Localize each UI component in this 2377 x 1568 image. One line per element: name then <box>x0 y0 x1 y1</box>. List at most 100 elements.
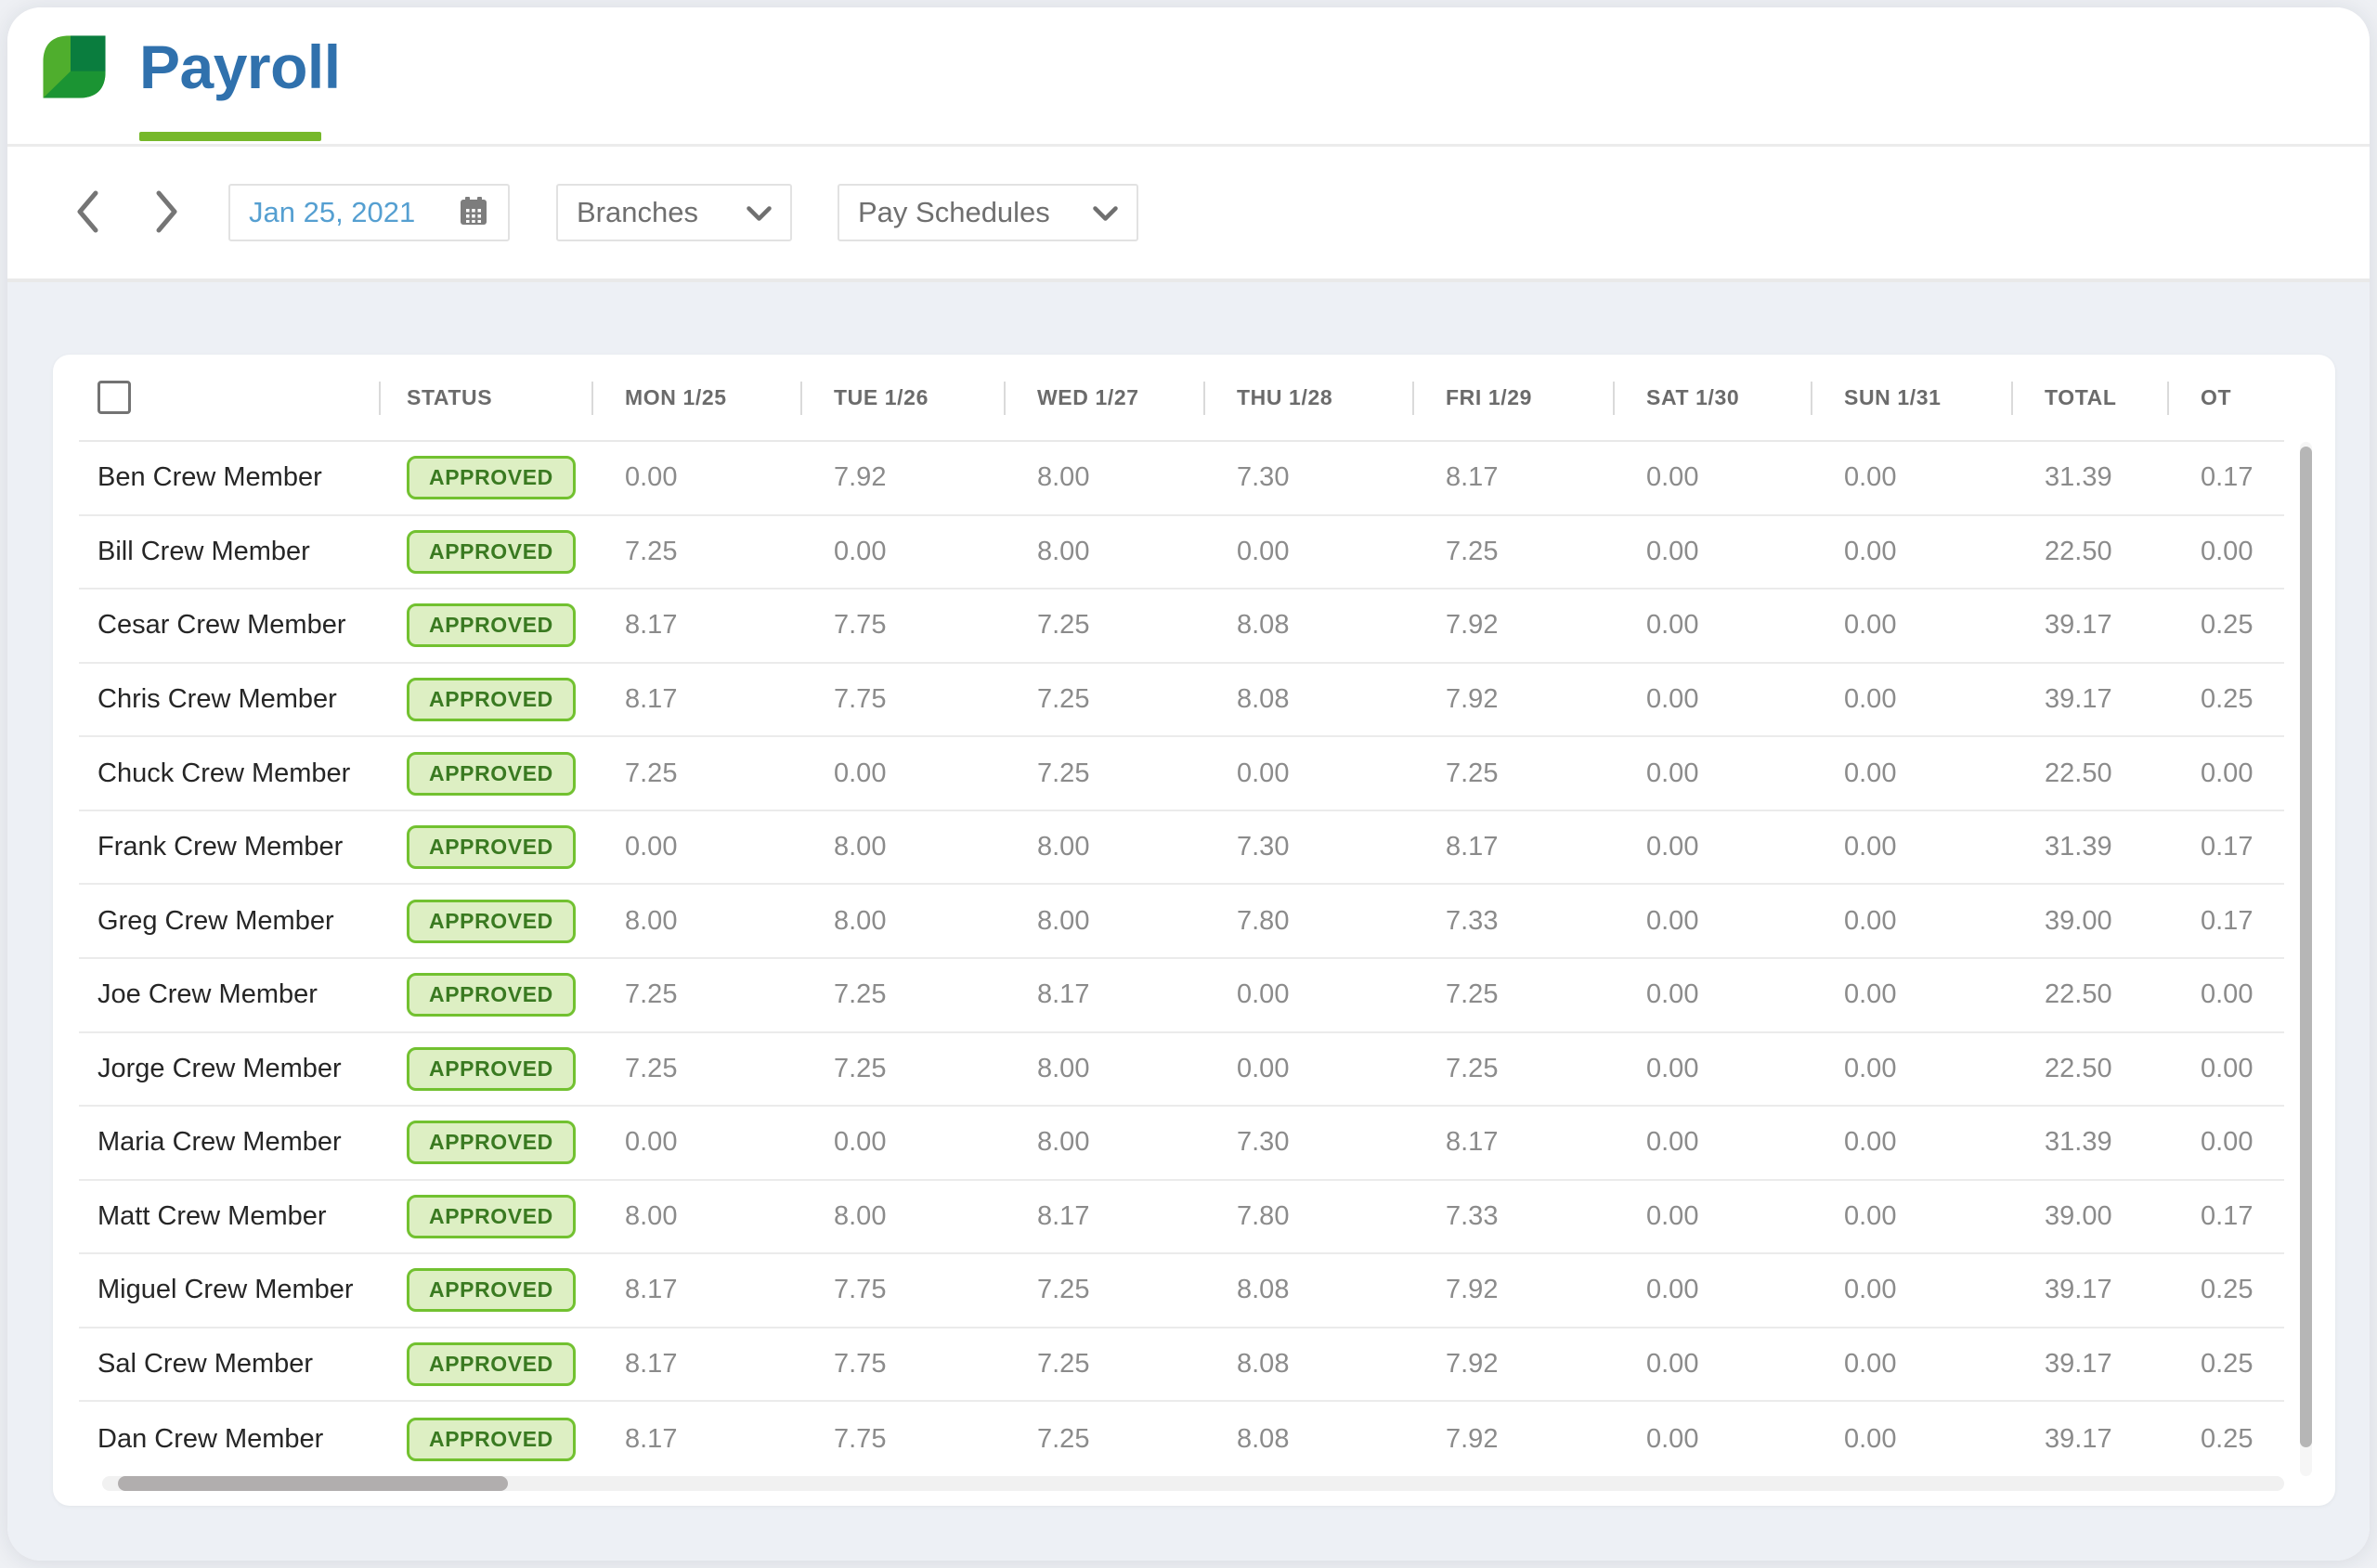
hours-cell: 8.17 <box>1004 1201 1203 1232</box>
branches-dropdown[interactable]: Branches <box>556 184 792 241</box>
hours-cell: 0.00 <box>2167 1054 2284 1084</box>
hours-cell: 0.00 <box>1613 1424 1811 1455</box>
hours-cell: 0.00 <box>1811 1349 2011 1380</box>
date-picker-field[interactable]: Jan 25, 2021 <box>228 184 510 241</box>
table-body: Ben Crew MemberAPPROVED0.007.928.007.308… <box>79 442 2284 1476</box>
status-badge[interactable]: APPROVED <box>407 678 576 721</box>
status-badge[interactable]: APPROVED <box>407 1195 576 1238</box>
hours-cell: 8.08 <box>1203 684 1412 715</box>
member-name: Jorge Crew Member <box>79 1054 379 1084</box>
status-badge[interactable]: APPROVED <box>407 973 576 1017</box>
status-badge[interactable]: APPROVED <box>407 603 576 647</box>
header-cell: STATUS <box>379 355 591 440</box>
status-badge[interactable]: APPROVED <box>407 1342 576 1386</box>
table-row: Jorge Crew MemberAPPROVED7.257.258.000.0… <box>79 1033 2284 1108</box>
page-title: Payroll <box>139 32 341 102</box>
table-row: Bill Crew MemberAPPROVED7.250.008.000.00… <box>79 516 2284 590</box>
hours-cell: 7.80 <box>1203 906 1412 937</box>
hours-cell: 8.08 <box>1203 610 1412 641</box>
hours-cell: 7.75 <box>800 1349 1004 1380</box>
payroll-table: STATUSMON 1/25TUE 1/26WED 1/27THU 1/28FR… <box>79 355 2284 1476</box>
status-cell: APPROVED <box>379 973 591 1017</box>
member-name: Matt Crew Member <box>79 1201 379 1232</box>
status-badge[interactable]: APPROVED <box>407 1418 576 1461</box>
app-window: Payroll Jan 25, 2021 <box>7 7 2370 1561</box>
hours-cell: 7.25 <box>1004 1424 1203 1455</box>
status-badge[interactable]: APPROVED <box>407 825 576 869</box>
member-name: Joe Crew Member <box>79 979 379 1010</box>
status-cell: APPROVED <box>379 900 591 943</box>
status-badge[interactable]: APPROVED <box>407 900 576 943</box>
hours-cell: 7.92 <box>1412 1349 1613 1380</box>
date-value: Jan 25, 2021 <box>249 196 415 229</box>
hours-cell: 7.25 <box>1412 758 1613 789</box>
hours-cell: 7.30 <box>1203 832 1412 862</box>
hours-cell: 0.25 <box>2167 1424 2284 1455</box>
leaf-logo-icon <box>37 30 111 104</box>
pay-schedules-dropdown[interactable]: Pay Schedules <box>838 184 1138 241</box>
hours-cell: 7.25 <box>1004 610 1203 641</box>
hours-cell: 0.00 <box>1613 979 1811 1010</box>
hours-cell: 0.00 <box>1811 684 2011 715</box>
status-cell: APPROVED <box>379 1342 591 1386</box>
member-name: Frank Crew Member <box>79 832 379 862</box>
hours-cell: 8.00 <box>1004 1127 1203 1158</box>
header-cell: SUN 1/31 <box>1811 355 2011 440</box>
hours-cell: 0.17 <box>2167 462 2284 493</box>
hours-cell: 8.17 <box>591 684 800 715</box>
hours-cell: 7.25 <box>591 1054 800 1084</box>
hours-cell: 0.17 <box>2167 832 2284 862</box>
hours-cell: 39.17 <box>2011 684 2167 715</box>
select-all-checkbox[interactable] <box>97 381 131 414</box>
table-row: Maria Crew MemberAPPROVED0.000.008.007.3… <box>79 1107 2284 1181</box>
hours-cell: 7.30 <box>1203 462 1412 493</box>
hours-cell: 8.17 <box>591 610 800 641</box>
vertical-scrollbar-thumb[interactable] <box>2300 447 2312 1447</box>
hours-cell: 7.80 <box>1203 1201 1412 1232</box>
member-name: Chuck Crew Member <box>79 758 379 789</box>
status-cell: APPROVED <box>379 825 591 869</box>
status-badge[interactable]: APPROVED <box>407 530 576 574</box>
hours-cell: 0.00 <box>1811 1054 2011 1084</box>
member-name: Dan Crew Member <box>79 1424 379 1455</box>
pay-schedules-dropdown-label: Pay Schedules <box>858 196 1050 229</box>
hours-cell: 8.17 <box>1004 979 1203 1010</box>
hours-cell: 0.00 <box>1811 832 2011 862</box>
hours-cell: 7.33 <box>1412 906 1613 937</box>
hours-cell: 7.25 <box>1412 979 1613 1010</box>
header-cell: FRI 1/29 <box>1412 355 1613 440</box>
hours-cell: 8.00 <box>800 832 1004 862</box>
status-badge[interactable]: APPROVED <box>407 1047 576 1091</box>
hours-cell: 8.08 <box>1203 1349 1412 1380</box>
hours-cell: 7.25 <box>800 979 1004 1010</box>
hours-cell: 39.17 <box>2011 610 2167 641</box>
hours-cell: 0.00 <box>1203 1054 1412 1084</box>
hours-cell: 0.25 <box>2167 1349 2284 1380</box>
status-cell: APPROVED <box>379 1121 591 1164</box>
hours-cell: 0.00 <box>1613 832 1811 862</box>
status-badge[interactable]: APPROVED <box>407 752 576 796</box>
hours-cell: 0.00 <box>1811 1424 2011 1455</box>
hours-cell: 0.00 <box>1811 1127 2011 1158</box>
hours-cell: 0.00 <box>1613 537 1811 567</box>
status-cell: APPROVED <box>379 603 591 647</box>
table-row: Frank Crew MemberAPPROVED0.008.008.007.3… <box>79 811 2284 886</box>
calendar-icon[interactable] <box>458 195 489 231</box>
title-active-underline <box>139 132 321 141</box>
hours-cell: 0.00 <box>800 758 1004 789</box>
chevron-down-icon <box>1093 196 1118 229</box>
hours-cell: 8.17 <box>591 1424 800 1455</box>
previous-period-button[interactable] <box>67 185 108 240</box>
status-badge[interactable]: APPROVED <box>407 456 576 499</box>
status-cell: APPROVED <box>379 752 591 796</box>
hours-cell: 8.00 <box>800 1201 1004 1232</box>
status-badge[interactable]: APPROVED <box>407 1268 576 1312</box>
hours-cell: 0.25 <box>2167 610 2284 641</box>
next-period-button[interactable] <box>147 185 188 240</box>
hours-cell: 7.25 <box>1004 1275 1203 1305</box>
status-cell: APPROVED <box>379 1195 591 1238</box>
horizontal-scrollbar-thumb[interactable] <box>118 1476 508 1491</box>
hours-cell: 0.00 <box>1811 758 2011 789</box>
status-badge[interactable]: APPROVED <box>407 1121 576 1164</box>
table-row: Miguel Crew MemberAPPROVED8.177.757.258.… <box>79 1254 2284 1328</box>
